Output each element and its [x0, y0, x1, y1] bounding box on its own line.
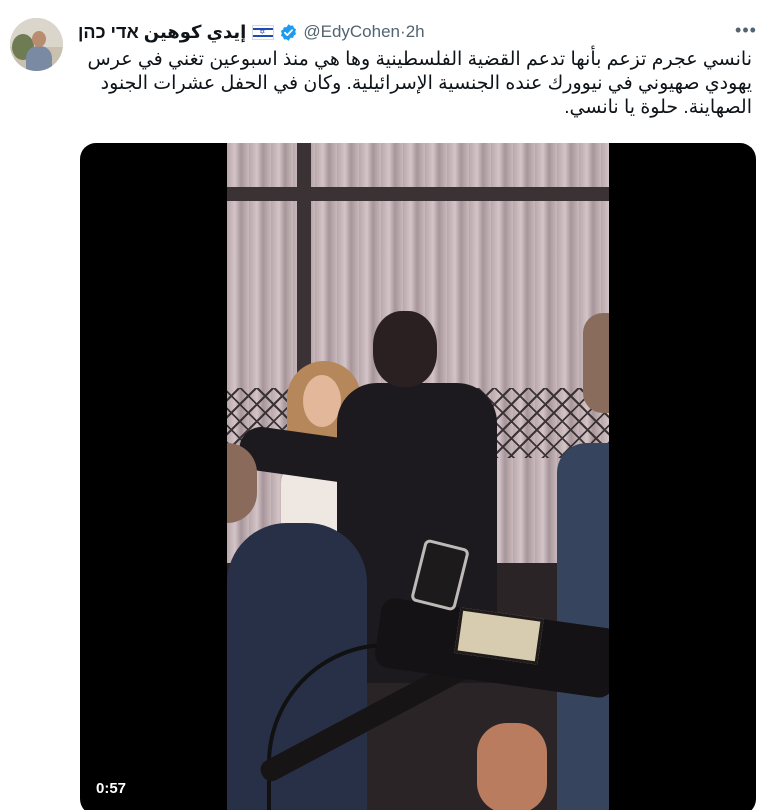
stage-beam — [227, 187, 609, 201]
singer-face — [303, 375, 341, 427]
avatar-person-head — [32, 31, 46, 47]
israel-flag-icon: ✡ — [252, 24, 275, 40]
more-options-icon[interactable]: ••• — [734, 20, 758, 40]
video-duration: 0:57 — [90, 777, 133, 801]
man-head — [373, 311, 437, 387]
video-player[interactable]: 0:57 — [80, 143, 756, 810]
avatar-person-body — [26, 46, 52, 71]
tweet-text: نانسي عجرم تزعم بأنها تدعم القضية الفلسط… — [87, 49, 752, 118]
video-frame — [227, 143, 609, 810]
camera-operator-hand — [477, 723, 547, 810]
verified-badge-icon — [281, 23, 297, 41]
tweet-timestamp[interactable]: 2h — [406, 22, 425, 42]
author-avatar[interactable] — [10, 18, 63, 71]
tweet-header: إيدي كوهين אדי כהן ✡ @EdyCohen · 2h — [78, 18, 425, 46]
guest-right-head — [583, 313, 609, 413]
author-handle[interactable]: @EdyCohen — [303, 22, 400, 42]
author-name[interactable]: إيدي كوهين אדי כהן — [78, 22, 246, 43]
